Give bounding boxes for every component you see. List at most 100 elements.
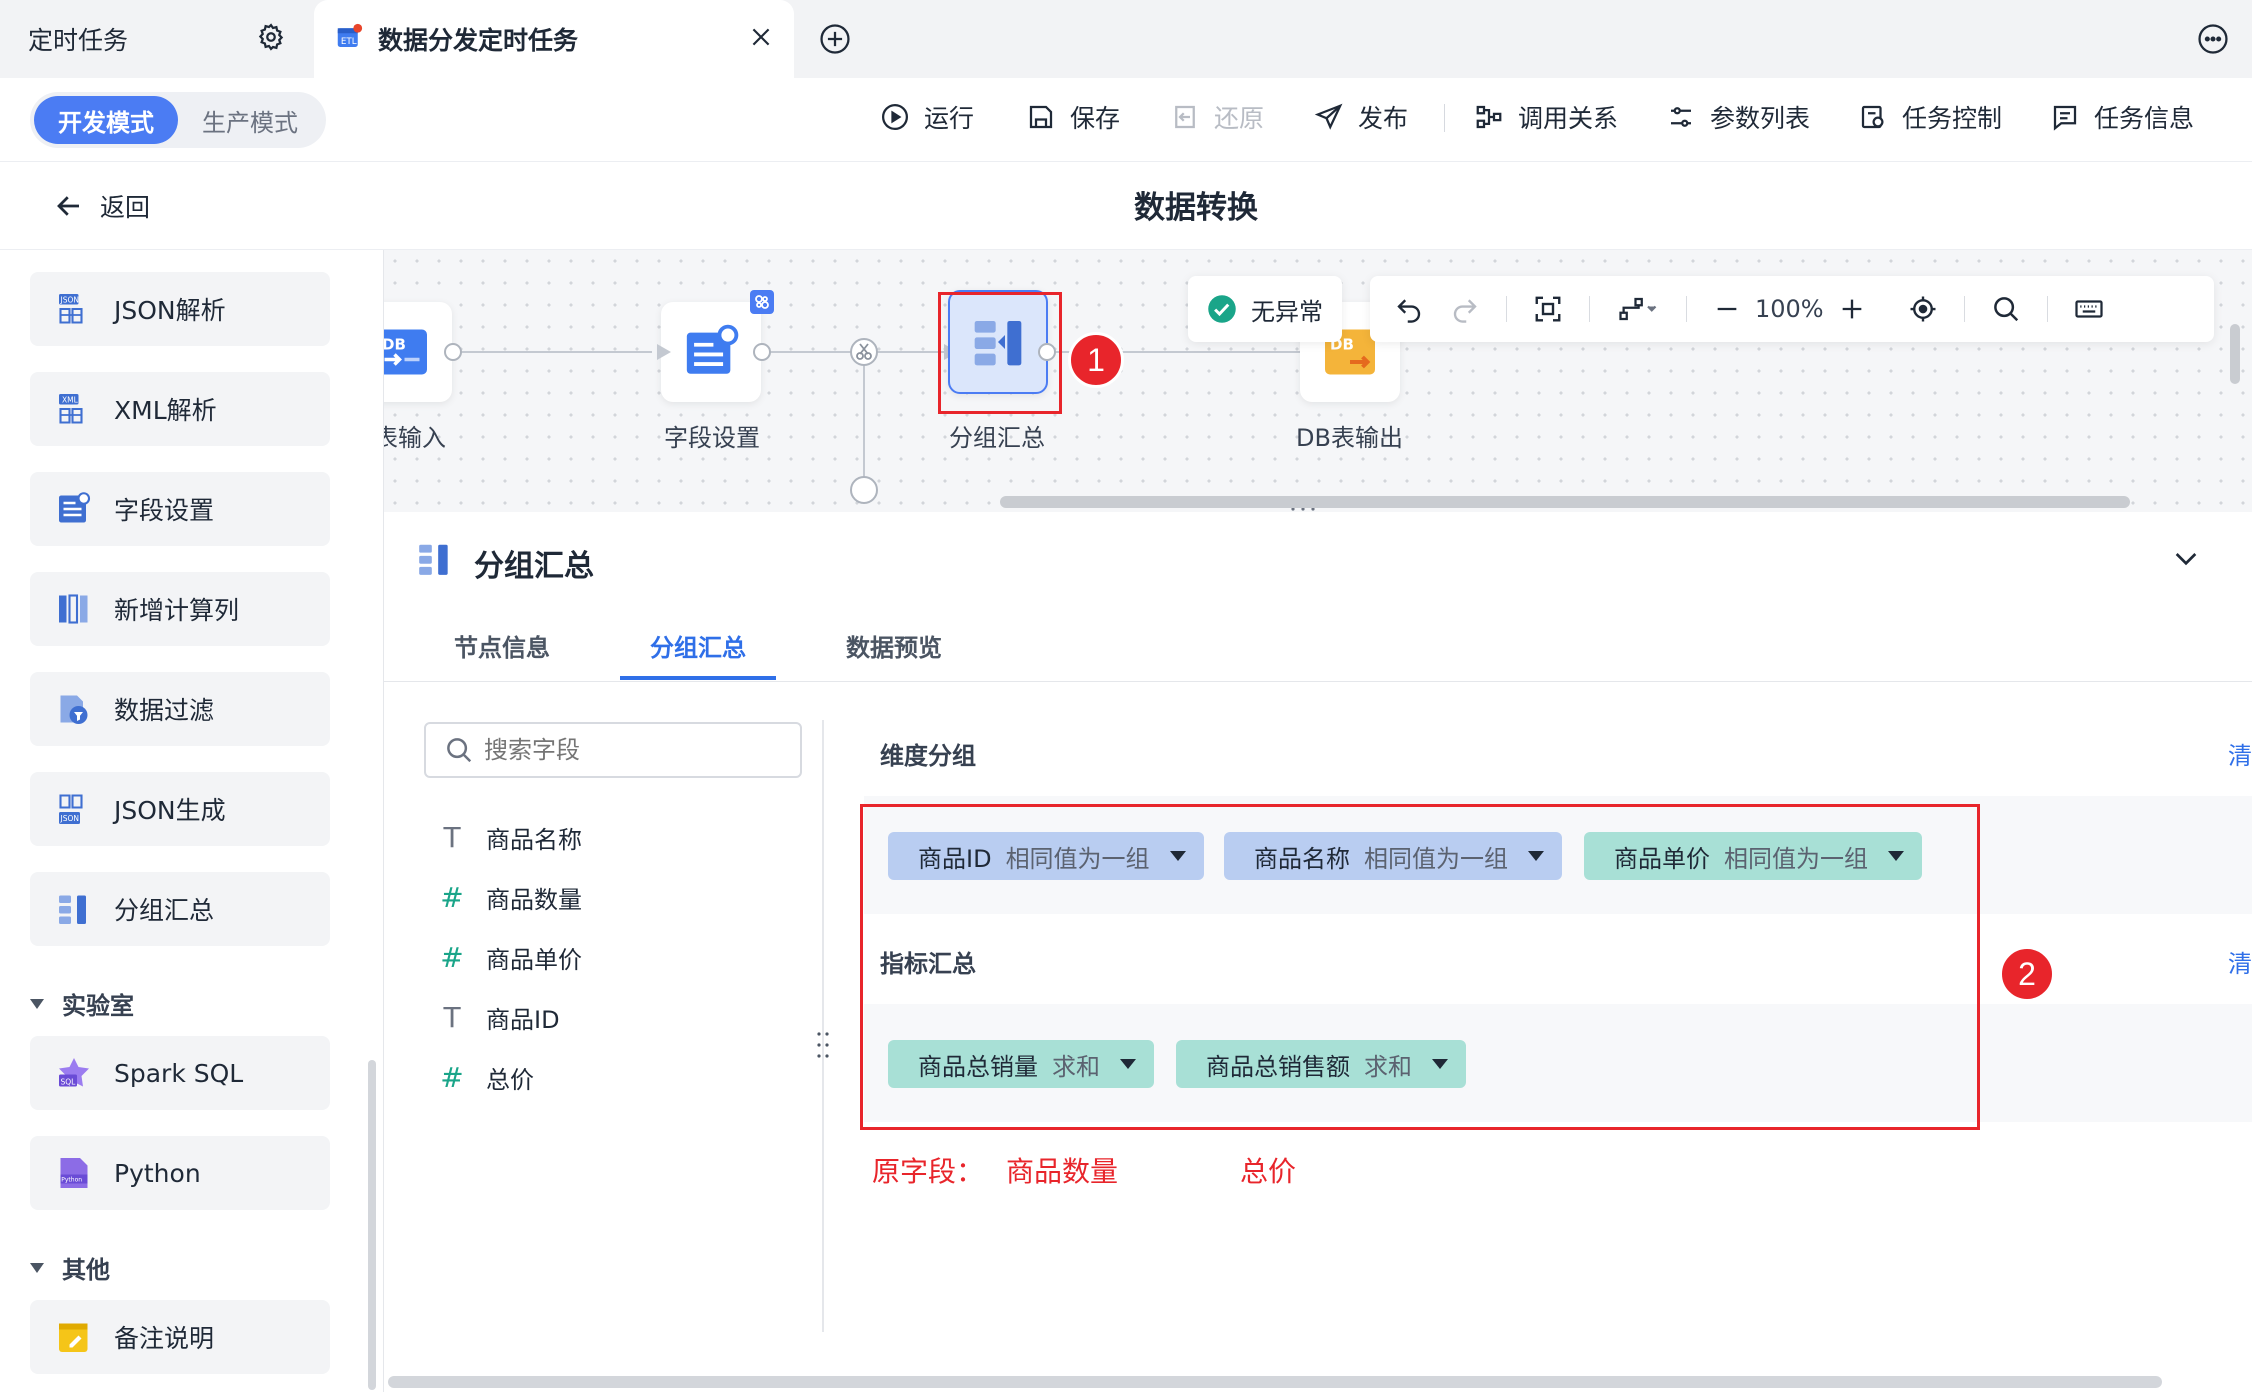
field-item[interactable]: # 商品数量: [440, 880, 582, 915]
status-label: 无异常: [1251, 297, 1323, 326]
clear-dimensions-link[interactable]: 清: [2228, 736, 2252, 771]
svg-text:DB: DB: [384, 336, 406, 354]
component-python[interactable]: Python Python: [30, 1136, 330, 1210]
search-icon[interactable]: [1991, 276, 2021, 342]
undo-icon[interactable]: [1394, 276, 1424, 342]
locate-icon[interactable]: [1908, 276, 1938, 342]
group-summary-icon: [416, 540, 454, 586]
svg-text:JSON: JSON: [60, 814, 80, 823]
tab-scheduled-tasks[interactable]: 定时任务: [0, 0, 314, 78]
sidebar-scrollbar[interactable]: [368, 1060, 376, 1390]
tab-group-summary[interactable]: 分组汇总: [650, 628, 746, 663]
publish-button[interactable]: 发布: [1314, 96, 1408, 138]
svg-text:XML: XML: [62, 395, 79, 404]
component-json-parse[interactable]: JSON JSON解析: [30, 272, 330, 346]
mode-switch: 开发模式 生产模式: [30, 92, 326, 148]
zoom-in-icon[interactable]: [1838, 276, 1866, 342]
component-json-generate[interactable]: JSON JSON生成: [30, 772, 330, 846]
node-label: 分组汇总: [949, 424, 1045, 452]
edge-scissors-icon[interactable]: [850, 338, 878, 366]
save-button[interactable]: 保存: [1026, 96, 1120, 138]
node-table-input[interactable]: DB: [384, 302, 452, 402]
tab-data-preview[interactable]: 数据预览: [846, 628, 942, 663]
check-circle-icon: [1208, 295, 1236, 323]
toolbar-divider: [1444, 104, 1445, 132]
tab-label: 定时任务: [28, 26, 129, 55]
component-field-settings[interactable]: 字段设置: [30, 472, 330, 546]
component-group-summary[interactable]: 分组汇总: [30, 872, 330, 946]
component-label: 分组汇总: [114, 896, 215, 925]
canvas-h-scrollbar[interactable]: [1000, 496, 2130, 508]
more-icon[interactable]: [2196, 22, 2230, 56]
xml-parse-icon: XML: [56, 391, 92, 427]
svg-text:Python: Python: [61, 1177, 82, 1184]
task-info-button[interactable]: 任务信息: [2050, 96, 2194, 138]
save-icon: [1029, 105, 1053, 129]
highlight-box-config: [860, 804, 1980, 1130]
field-name: 商品数量: [486, 886, 582, 914]
python-icon: Python: [56, 1155, 92, 1191]
prod-mode-button[interactable]: 生产模式: [178, 96, 322, 144]
field-name: 总价: [486, 1066, 534, 1094]
gear-icon[interactable]: [256, 22, 286, 56]
component-label: Python: [114, 1158, 201, 1188]
drag-handle-icon[interactable]: [816, 1030, 830, 1060]
run-button[interactable]: 运行: [880, 96, 974, 138]
zoom-out-icon[interactable]: [1713, 276, 1741, 342]
clear-metrics-link[interactable]: 清: [2228, 944, 2252, 979]
dimension-label: 维度分组: [880, 742, 976, 770]
panel-h-scrollbar[interactable]: [388, 1376, 2162, 1388]
edge-scissors-icon[interactable]: [850, 476, 878, 504]
component-xml-parse[interactable]: XML XML解析: [30, 372, 330, 446]
note-icon: [56, 1319, 92, 1355]
field-item[interactable]: T 商品ID: [440, 1000, 559, 1035]
node-port[interactable]: [1038, 343, 1056, 361]
component-calc-column[interactable]: 新增计算列: [30, 572, 330, 646]
restore-button[interactable]: 还原: [1170, 96, 1264, 138]
json-parse-icon: JSON: [56, 291, 92, 327]
field-search[interactable]: [424, 722, 802, 778]
node-port[interactable]: [444, 343, 462, 361]
node-link-badge-icon: [750, 290, 774, 314]
search-input[interactable]: [484, 736, 784, 764]
annotation-note-field1: 商品数量: [1006, 1155, 1119, 1188]
info-doc-icon: [2053, 105, 2077, 131]
param-list-label: 参数列表: [1710, 104, 1811, 133]
calendar-icon: ETL: [334, 22, 364, 56]
component-data-filter[interactable]: 数据过滤: [30, 672, 330, 746]
component-label: 字段设置: [114, 496, 215, 525]
field-item[interactable]: # 商品单价: [440, 940, 582, 975]
node-label: DB表输出: [1296, 424, 1403, 452]
component-spark-sql[interactable]: SQL Spark SQL: [30, 1036, 330, 1110]
node-port[interactable]: [753, 343, 771, 361]
annotation-note-prefix: 原字段：: [872, 1155, 985, 1188]
lab-section-header[interactable]: 实验室: [30, 986, 134, 1021]
canvas-v-scrollbar[interactable]: [2230, 324, 2240, 384]
status-indicator: 无异常: [1188, 276, 1342, 342]
component-label: XML解析: [114, 396, 217, 425]
add-tab-icon[interactable]: [818, 22, 852, 56]
field-item[interactable]: # 总价: [440, 1060, 534, 1095]
close-icon[interactable]: [748, 24, 774, 54]
other-section-header[interactable]: 其他: [30, 1250, 110, 1285]
task-control-button[interactable]: 任务控制: [1858, 96, 2002, 138]
component-note[interactable]: 备注说明: [30, 1300, 330, 1374]
tab-node-info[interactable]: 节点信息: [454, 628, 550, 663]
zoom-level: 100%: [1755, 295, 1824, 323]
field-item[interactable]: T 商品名称: [440, 820, 582, 855]
layout-icon[interactable]: [1616, 276, 1660, 342]
keyboard-icon[interactable]: [2074, 276, 2104, 342]
tab-data-dispatch[interactable]: ETL 数据分发定时任务: [314, 0, 794, 78]
param-list-button[interactable]: 参数列表: [1666, 96, 1810, 138]
redo-icon[interactable]: [1450, 276, 1480, 342]
call-relation-button[interactable]: 调用关系: [1474, 96, 1618, 138]
send-icon: [1314, 103, 1343, 130]
toolbar-divider: [2046, 296, 2048, 322]
node-field-settings[interactable]: [661, 302, 761, 402]
fit-view-icon[interactable]: [1533, 276, 1563, 342]
chevron-down-icon[interactable]: [2170, 542, 2202, 578]
caret-down-icon: [30, 998, 44, 1009]
field-name: 商品名称: [486, 826, 582, 854]
dev-mode-button[interactable]: 开发模式: [34, 96, 178, 144]
component-label: 新增计算列: [114, 596, 240, 625]
